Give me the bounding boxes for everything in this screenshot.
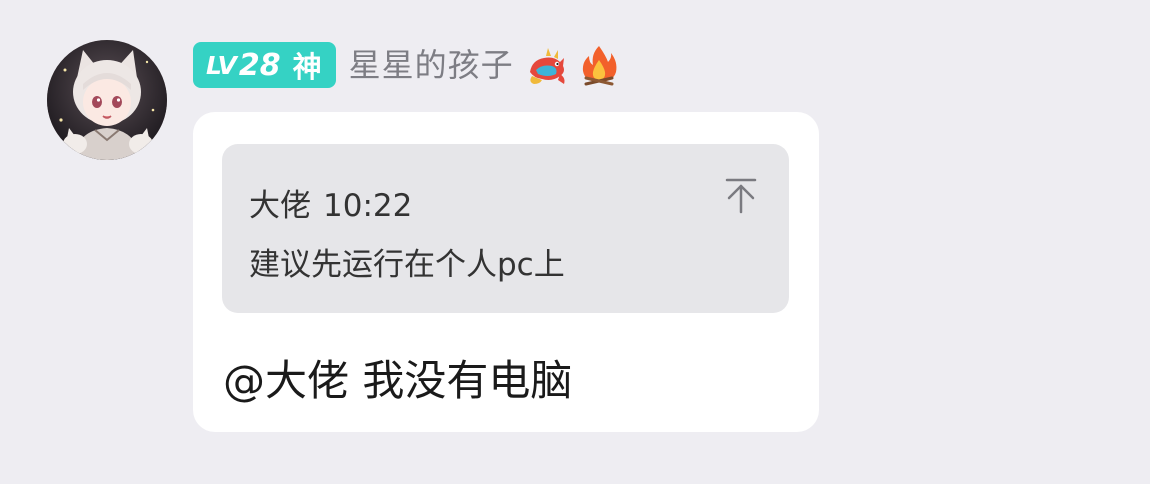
quote-author: 大佬	[249, 188, 311, 224]
dragon-badge-icon[interactable]	[524, 42, 570, 88]
level-label: LV	[206, 50, 237, 80]
arrow-up-to-top-icon[interactable]	[723, 176, 759, 216]
quoted-message[interactable]: 大佬 10:22 建议先运行在个人pc上	[222, 144, 789, 313]
fire-badge-icon[interactable]	[576, 42, 622, 88]
level-title: 神	[292, 50, 322, 84]
avatar[interactable]	[47, 40, 167, 160]
quote-text: 建议先运行在个人pc上	[249, 247, 565, 283]
level-badge[interactable]: LV 28 神	[193, 42, 336, 88]
sender-name[interactable]: 星星的孩子	[349, 42, 514, 88]
message-bubble[interactable]: 大佬 10:22 建议先运行在个人pc上 @大佬 我没有电脑	[193, 112, 819, 432]
anime-avatar-icon	[47, 40, 167, 160]
level-number: 28	[238, 47, 281, 83]
message-body: @大佬 我没有电脑	[223, 356, 573, 405]
message-header: LV 28 神 星星的孩子	[193, 42, 622, 88]
quote-time: 10:22	[323, 188, 413, 224]
quote-header: 大佬 10:22	[249, 180, 412, 225]
